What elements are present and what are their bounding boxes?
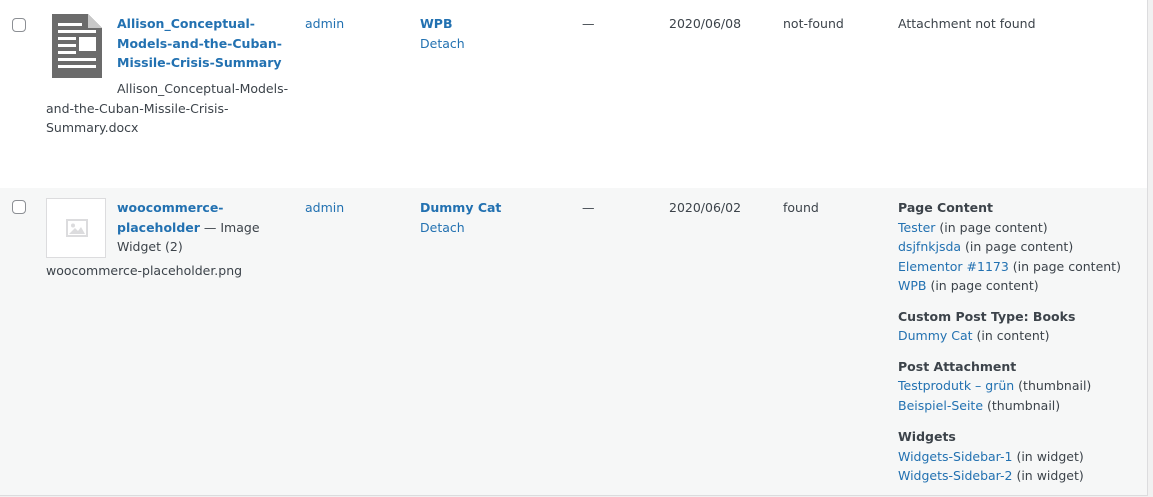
author-link[interactable]: admin	[305, 14, 344, 34]
image-placeholder-thumbnail[interactable]	[46, 198, 106, 258]
usage-link[interactable]: Beispiel-Seite	[898, 398, 983, 413]
author-link[interactable]: admin	[305, 198, 344, 218]
media-title: Allison_Conceptual- Models-and-the-Cuban…	[117, 14, 282, 73]
filename-text: woocommerce-placeholder.png	[46, 263, 243, 278]
usage-item: Dummy Cat (in content)	[898, 326, 1121, 346]
usage-item: Widgets-Sidebar-1 (in widget)	[898, 447, 1121, 467]
status-text: found	[783, 200, 819, 215]
date-text: 2020/06/08	[669, 16, 742, 31]
usage-section-heading: Post Attachment	[898, 358, 1017, 374]
usage-section-heading: Page Content	[898, 200, 994, 215]
media-filename: Allison_Conceptual-Models- and-the-Cuban…	[46, 79, 288, 138]
usage-item: Widgets-Sidebar-2 (in widget)	[898, 466, 1121, 486]
usage-text: Attachment not found	[898, 16, 1036, 31]
filename-text: and-the-Cuban-Missile-Crisis-	[46, 100, 229, 116]
table-row: Allison_Conceptual- Models-and-the-Cuban…	[0, 0, 1147, 188]
usage-note: (in content)	[972, 328, 1050, 343]
usage-link[interactable]: Dummy Cat	[898, 328, 973, 343]
media-title-link[interactable]: woocommerce-	[117, 200, 224, 215]
usage-item: Tester (in page content)	[898, 218, 1121, 238]
usage-link[interactable]: Tester	[898, 220, 935, 235]
media-title-link[interactable]: Allison_Conceptual-	[117, 14, 282, 34]
usage-link[interactable]: WPB	[898, 278, 926, 293]
image-placeholder-icon	[66, 219, 88, 237]
usage-note: (thumbnail)	[983, 397, 1061, 413]
usage-link[interactable]: Widgets-Sidebar-2	[898, 468, 1012, 483]
usage-item: Beispiel-Seite (thumbnail)	[898, 396, 1121, 416]
detach-link[interactable]: Detach	[420, 34, 465, 54]
media-filename: woocommerce-placeholder.png	[46, 261, 242, 281]
usage-section-heading: Widgets	[898, 429, 956, 444]
detach-link[interactable]: Detach	[420, 218, 501, 238]
media-title-suffix: — Image	[199, 219, 260, 235]
usage-note: (in widget)	[1012, 448, 1084, 464]
row-checkbox[interactable]	[12, 18, 26, 32]
usage-note: (in page content)	[926, 278, 1039, 293]
usage-item: Testprodutk – grün (thumbnail)	[898, 376, 1121, 396]
usage-item: Elementor #1173 (in page content)	[898, 257, 1121, 277]
filename-text: Summary.docx	[46, 120, 139, 135]
document-icon[interactable]	[52, 14, 102, 78]
status-text: not-found	[783, 16, 844, 31]
media-title-link[interactable]: placeholder	[117, 220, 200, 235]
table-row: woocommerce- placeholder — Image Widget …	[0, 188, 1147, 495]
usage-note: (in page content)	[935, 219, 1048, 235]
uploaded-to: Dummy Cat Detach	[420, 198, 501, 237]
date-text: 2020/06/02	[669, 200, 742, 215]
row-checkbox[interactable]	[12, 200, 26, 214]
usage-link[interactable]: Testprodutk – grün	[898, 378, 1014, 393]
usage-link[interactable]: Elementor #1173	[898, 259, 1009, 274]
usage-link[interactable]: dsjfnkjsda	[898, 239, 961, 254]
uploaded-to-link[interactable]: Dummy Cat	[420, 198, 501, 218]
usage-note: (in page content)	[1008, 258, 1121, 274]
usage-link[interactable]: Widgets-Sidebar-1	[898, 449, 1012, 464]
comments-count: —	[582, 200, 595, 215]
usage-list: Page Content Tester (in page content) ds…	[898, 198, 1121, 486]
comments-count: —	[582, 16, 595, 31]
filename-text: Allison_Conceptual-Models-	[117, 81, 289, 96]
media-list-table: Allison_Conceptual- Models-and-the-Cuban…	[0, 0, 1148, 496]
usage-note: (in page content)	[961, 239, 1074, 254]
usage-item: dsjfnkjsda (in page content)	[898, 237, 1121, 257]
usage-item: WPB (in page content)	[898, 276, 1121, 296]
usage-note: (thumbnail)	[1014, 378, 1092, 393]
media-title: woocommerce- placeholder — Image Widget …	[117, 198, 260, 257]
uploaded-to: WPB Detach	[420, 14, 465, 53]
media-title-suffix: Widget (2)	[117, 239, 183, 254]
uploaded-to-link[interactable]: WPB	[420, 14, 465, 34]
usage-note: (in widget)	[1012, 468, 1084, 483]
usage-section-heading: Custom Post Type: Books	[898, 308, 1076, 324]
media-title-link[interactable]: Models-and-the-Cuban-	[117, 34, 282, 54]
media-title-link[interactable]: Missile-Crisis-Summary	[117, 53, 282, 73]
